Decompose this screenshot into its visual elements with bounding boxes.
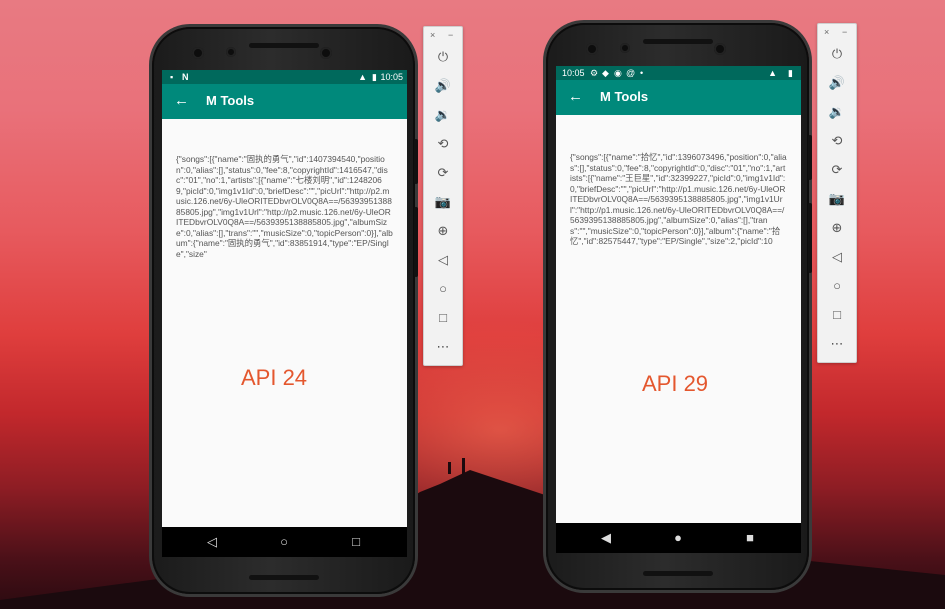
back-icon[interactable]: ◁	[424, 248, 462, 272]
app-title: M Tools	[206, 93, 255, 108]
sensor-icon	[620, 43, 630, 53]
volume-up-icon[interactable]: 🔊	[818, 71, 856, 95]
app-bar: ← M Tools	[162, 84, 407, 119]
app-title: M Tools	[600, 89, 649, 104]
app-bar: ← M Tools	[556, 80, 801, 115]
right-screen: 10:05 ⚙ ◆ ◉ @ • ▲ ▮ ← M Tools {"songs":[…	[556, 66, 801, 553]
settings-icon: ⚙	[590, 68, 599, 78]
earpiece	[642, 39, 713, 44]
volume-key	[808, 203, 812, 273]
api-label: API 29	[642, 371, 709, 396]
right-phone-frame: 10:05 ⚙ ◆ ◉ @ • ▲ ▮ ← M Tools {"songs":[…	[546, 23, 812, 590]
vpn-icon: @	[626, 68, 636, 78]
status-time: 10:05	[380, 72, 403, 82]
notification-icon: ▪	[170, 72, 174, 82]
nav-bar: ◀ ● ■	[556, 523, 801, 553]
volume-up-icon[interactable]: 🔊	[424, 74, 462, 98]
signal-icon: ▲	[768, 68, 777, 78]
minimize-icon[interactable]: −	[448, 30, 453, 40]
left-screen: ▪ N ▲ ▮ 10:05 ← M Tools {"songs":[{"name…	[162, 70, 407, 557]
back-arrow-icon[interactable]: ←	[568, 88, 583, 106]
power-key	[808, 135, 812, 180]
rotate-right-icon[interactable]: ⟳	[818, 158, 856, 182]
response-text: {"songs":[{"name":"拾忆","id":1396073496,"…	[570, 152, 787, 246]
dot-icon: •	[640, 68, 644, 78]
front-camera-2-icon	[320, 47, 332, 59]
left-phone-frame: ▪ N ▲ ▮ 10:05 ← M Tools {"songs":[{"name…	[152, 27, 418, 594]
power-icon[interactable]: ⏻	[424, 45, 462, 69]
sensor-icon	[226, 47, 236, 57]
volume-down-icon[interactable]: 🔉	[818, 100, 856, 124]
status-bar: ▪ N ▲ ▮ 10:05	[162, 70, 407, 84]
speaker-grille	[248, 575, 319, 580]
front-camera-2-icon	[714, 43, 726, 55]
overview-icon[interactable]: □	[424, 306, 462, 330]
overview-icon[interactable]: □	[818, 303, 856, 327]
power-icon[interactable]: ⏻	[818, 42, 856, 66]
volume-key	[414, 207, 418, 277]
rotate-left-icon[interactable]: ⟲	[424, 132, 462, 156]
rotate-left-icon[interactable]: ⟲	[818, 129, 856, 153]
close-icon[interactable]: ×	[824, 27, 829, 37]
signal-icon: ▲	[358, 72, 367, 82]
home-icon[interactable]: ○	[424, 277, 462, 301]
nav-back-icon[interactable]: ◀	[598, 530, 614, 546]
wifi-icon: ◉	[614, 68, 622, 78]
left-emulator-toolbar: × − ⏻ 🔊 🔉 ⟲ ⟳ 📷 ⊕ ◁ ○ □ ⋯	[423, 26, 463, 366]
battery-icon: ▮	[788, 68, 793, 78]
camera-icon[interactable]: 📷	[818, 187, 856, 211]
back-arrow-icon[interactable]: ←	[174, 92, 189, 110]
zoom-icon[interactable]: ⊕	[818, 216, 856, 240]
nav-overview-icon[interactable]: ■	[742, 530, 758, 546]
right-emulator-toolbar: × − ⏻ 🔊 🔉 ⟲ ⟳ 📷 ⊕ ◁ ○ □ ⋯	[817, 23, 857, 363]
back-icon[interactable]: ◁	[818, 245, 856, 269]
nav-home-icon[interactable]: ○	[276, 534, 292, 550]
front-camera-icon	[192, 47, 204, 59]
nav-home-icon[interactable]: ●	[670, 530, 686, 546]
speaker-grille	[642, 571, 713, 576]
volume-down-icon[interactable]: 🔉	[424, 103, 462, 127]
earpiece	[248, 43, 319, 48]
more-icon[interactable]: ⋯	[818, 332, 856, 356]
api-label: API 24	[241, 365, 308, 390]
nav-back-icon[interactable]: ◁	[204, 534, 220, 550]
nav-overview-icon[interactable]: □	[348, 534, 364, 550]
more-icon[interactable]: ⋯	[424, 335, 462, 359]
front-camera-icon	[586, 43, 598, 55]
nav-bar: ◁ ○ □	[162, 527, 407, 557]
battery-icon: ▮	[372, 72, 377, 82]
status-bar: 10:05 ⚙ ◆ ◉ @ • ▲ ▮	[556, 66, 801, 80]
power-key	[414, 139, 418, 184]
app-notification-icon: N	[182, 72, 189, 82]
status-time: 10:05	[562, 68, 585, 78]
minimize-icon[interactable]: −	[842, 27, 847, 37]
zoom-icon[interactable]: ⊕	[424, 219, 462, 243]
close-icon[interactable]: ×	[430, 30, 435, 40]
response-text: {"songs":[{"name":"固执的勇气","id":140739454…	[176, 154, 393, 259]
shield-icon: ◆	[602, 68, 609, 78]
rotate-right-icon[interactable]: ⟳	[424, 161, 462, 185]
home-icon[interactable]: ○	[818, 274, 856, 298]
camera-icon[interactable]: 📷	[424, 190, 462, 214]
